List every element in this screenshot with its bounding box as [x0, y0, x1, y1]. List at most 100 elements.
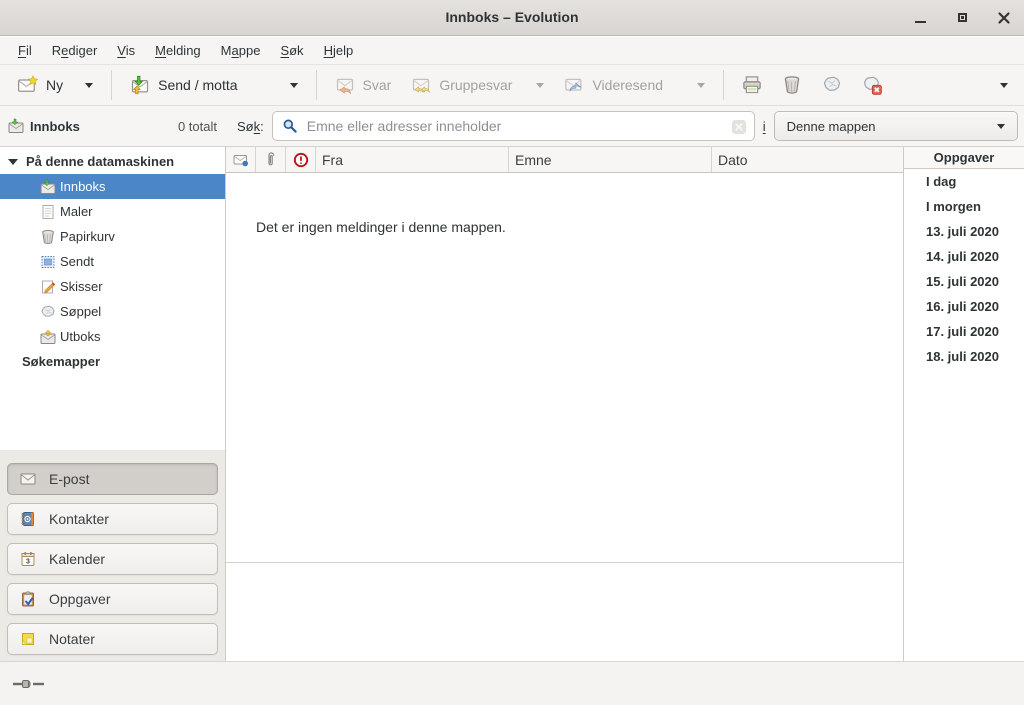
- folder-item-innboks[interactable]: Innboks: [0, 174, 225, 199]
- group-reply-dropdown-arrow[interactable]: [536, 83, 544, 88]
- folder-item-soppel[interactable]: Søppel: [0, 299, 225, 324]
- folder-item-papirkurv[interactable]: Papirkurv: [0, 224, 225, 249]
- folder-item-utboks[interactable]: Utboks: [0, 324, 225, 349]
- menu-help[interactable]: Hjelp: [314, 39, 364, 62]
- search-scope-dropdown[interactable]: Denne mappen: [774, 111, 1018, 141]
- task-group-date[interactable]: 14. juli 2020: [904, 244, 1024, 269]
- column-read-status[interactable]: [226, 147, 256, 172]
- task-group-date[interactable]: 15. juli 2020: [904, 269, 1024, 294]
- menu-search[interactable]: Søk: [270, 39, 313, 62]
- new-mail-icon: [18, 75, 38, 95]
- column-from[interactable]: Fra: [316, 147, 509, 172]
- menu-edit[interactable]: Rediger: [42, 39, 108, 62]
- print-button[interactable]: [732, 69, 772, 101]
- search-input[interactable]: [305, 117, 724, 135]
- folder-item-sendt[interactable]: Sendt: [0, 249, 225, 274]
- junk-icon: [822, 75, 842, 95]
- send-receive-icon: [130, 75, 150, 95]
- tree-root-label: På denne datamaskinen: [26, 154, 174, 169]
- important-icon: [293, 152, 309, 168]
- new-message-dropdown-arrow[interactable]: [85, 83, 93, 88]
- svg-text:3: 3: [26, 559, 30, 566]
- preview-pane-splitter[interactable]: [226, 562, 903, 563]
- toolbar-separator: [111, 70, 112, 100]
- maximize-icon: [958, 13, 967, 22]
- forward-dropdown-arrow[interactable]: [697, 83, 705, 88]
- message-list-header: Fra Emne Dato: [226, 147, 903, 173]
- search-scope-mnemonic: i: [763, 119, 766, 134]
- task-group-date[interactable]: 13. juli 2020: [904, 219, 1024, 244]
- junk-button[interactable]: [812, 69, 852, 101]
- sidebar-splitter[interactable]: [225, 147, 226, 661]
- menubar: Fil Rediger Vis Melding Mappe Søk Hjelp: [0, 37, 1024, 64]
- delete-button[interactable]: [772, 69, 812, 101]
- switcher-calendar-button[interactable]: 3 Kalender: [7, 543, 218, 575]
- empty-folder-message: Det er ingen meldinger i denne mappen.: [256, 219, 903, 235]
- folder-label: Utboks: [60, 329, 100, 344]
- expander-icon[interactable]: [8, 158, 18, 166]
- search-icon: [282, 118, 298, 134]
- folder-item-maler[interactable]: Maler: [0, 199, 225, 224]
- switcher-mail-label: E-post: [49, 471, 89, 487]
- folder-label: Maler: [60, 204, 93, 219]
- forward-button[interactable]: Videresend: [554, 69, 715, 101]
- evolution-window: Innboks – Evolution Fil Rediger Vis Meld…: [0, 0, 1024, 705]
- toolbar-overflow-arrow[interactable]: [1000, 83, 1008, 88]
- switcher-contacts-label: Kontakter: [49, 511, 109, 527]
- clear-search-icon[interactable]: [731, 119, 747, 135]
- not-junk-button[interactable]: [852, 69, 892, 101]
- task-group-tomorrow[interactable]: I morgen: [904, 194, 1024, 219]
- search-entry: [272, 111, 755, 141]
- memos-icon: [20, 631, 36, 647]
- titlebar: Innboks – Evolution: [0, 0, 1024, 36]
- new-message-label: Ny: [46, 77, 63, 93]
- folder-label: Skisser: [60, 279, 103, 294]
- task-group-date[interactable]: 16. juli 2020: [904, 294, 1024, 319]
- menu-message[interactable]: Melding: [145, 39, 211, 62]
- column-important[interactable]: [286, 147, 316, 172]
- group-reply-button[interactable]: Gruppesvar: [401, 69, 554, 101]
- toolbar: Ny Send / motta Svar: [0, 64, 1024, 105]
- column-attachment[interactable]: [256, 147, 286, 172]
- minimize-button[interactable]: [912, 10, 928, 26]
- trash-icon: [782, 75, 802, 95]
- inbox-icon: [40, 179, 56, 195]
- send-receive-button[interactable]: Send / motta: [120, 69, 307, 101]
- window-controls: [912, 0, 1012, 35]
- close-icon: [996, 10, 1012, 26]
- column-subject[interactable]: Emne: [509, 147, 712, 172]
- tree-root-search-folders[interactable]: Søkemapper: [0, 349, 225, 374]
- switcher-mail-button[interactable]: E-post: [7, 463, 218, 495]
- contacts-icon: [20, 511, 36, 527]
- tasks-pane-header[interactable]: Oppgaver: [904, 147, 1024, 169]
- templates-icon: [40, 204, 56, 220]
- folder-item-skisser[interactable]: Skisser: [0, 274, 225, 299]
- maximize-button[interactable]: [954, 10, 970, 26]
- reply-button[interactable]: Svar: [325, 69, 402, 101]
- read-status-icon: [233, 152, 249, 168]
- drafts-icon: [40, 279, 56, 295]
- menu-folder[interactable]: Mappe: [211, 39, 271, 62]
- scope-dropdown-arrow: [997, 124, 1005, 129]
- not-junk-icon: [862, 75, 882, 95]
- column-date[interactable]: Dato: [712, 147, 903, 172]
- menu-view[interactable]: Vis: [107, 39, 145, 62]
- sent-icon: [40, 254, 56, 270]
- task-group-today[interactable]: I dag: [904, 169, 1024, 194]
- group-reply-icon: [411, 75, 431, 95]
- folder-label: Innboks: [60, 179, 106, 194]
- online-status-icon[interactable]: [12, 676, 46, 692]
- task-group-date[interactable]: 17. juli 2020: [904, 319, 1024, 344]
- reply-label: Svar: [363, 77, 392, 93]
- tree-root-on-this-computer[interactable]: På denne datamaskinen: [0, 149, 225, 174]
- menu-file[interactable]: Fil: [8, 39, 42, 62]
- view-switcher: E-post Kontakter 3 Kalen: [0, 450, 225, 661]
- new-message-button[interactable]: Ny: [8, 69, 103, 101]
- task-group-date[interactable]: 18. juli 2020: [904, 344, 1024, 369]
- switcher-memos-button[interactable]: Notater: [7, 623, 218, 655]
- switcher-contacts-button[interactable]: Kontakter: [7, 503, 218, 535]
- window-title: Innboks – Evolution: [0, 0, 1024, 35]
- send-receive-dropdown-arrow[interactable]: [290, 83, 298, 88]
- switcher-tasks-button[interactable]: Oppgaver: [7, 583, 218, 615]
- close-button[interactable]: [996, 10, 1012, 26]
